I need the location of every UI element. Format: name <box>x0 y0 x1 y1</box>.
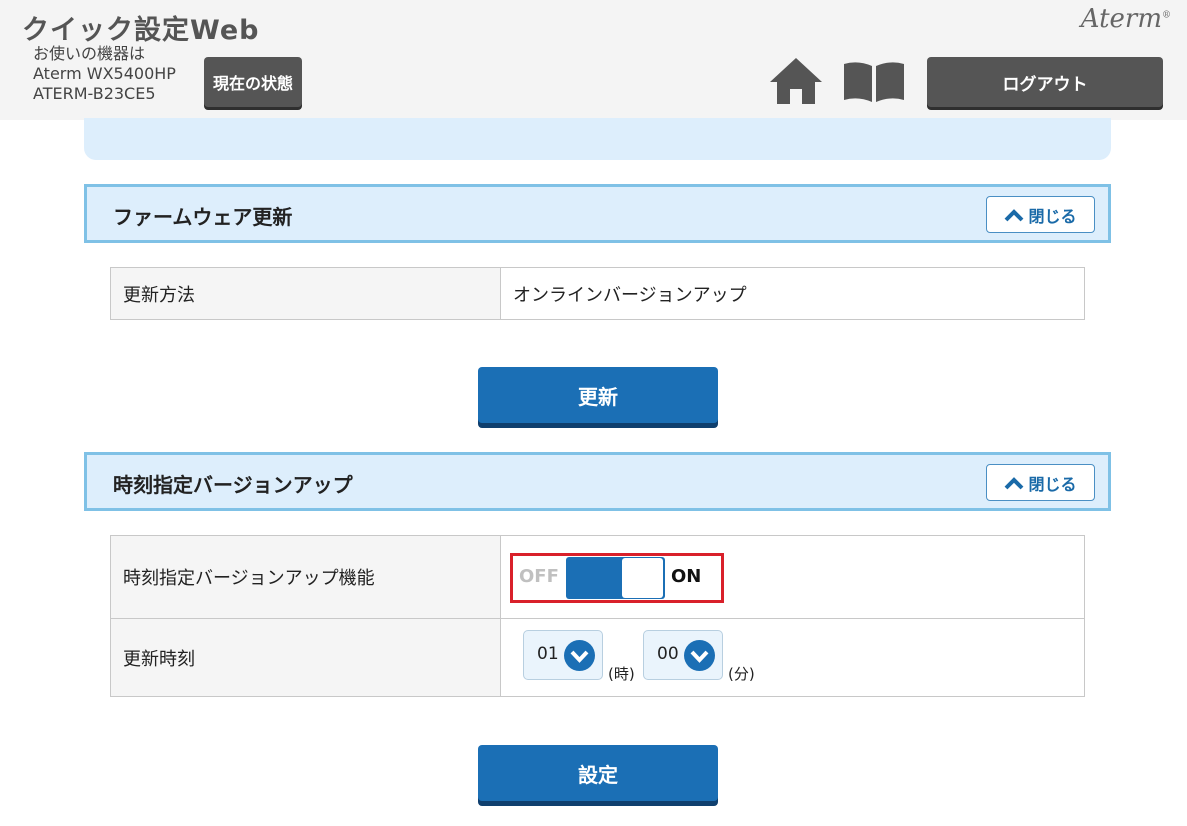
set-button[interactable]: 設定 <box>478 745 718 801</box>
manual-book-icon[interactable] <box>842 60 906 104</box>
firmware-close-button[interactable]: 閉じる <box>986 196 1095 233</box>
toggle-knob[interactable] <box>622 558 663 598</box>
device-id: ATERM-B23CE5 <box>33 84 156 103</box>
firmware-section-title: ファームウェア更新 <box>113 205 293 229</box>
close-label: 閉じる <box>1028 474 1077 494</box>
update-method-value: オンラインバージョンアップ <box>500 267 1085 320</box>
home-icon[interactable] <box>768 56 824 106</box>
previous-section-panel <box>84 118 1111 160</box>
chevron-down-icon <box>564 640 595 671</box>
update-time-value: 01 (時) 00 (分) <box>500 618 1085 697</box>
update-method-label: 更新方法 <box>110 267 501 320</box>
toggle-on-label: ON <box>671 566 702 587</box>
chevron-down-icon <box>684 640 715 671</box>
update-button[interactable]: 更新 <box>478 367 718 423</box>
minute-select-value: 00 <box>657 644 679 664</box>
device-model: Aterm WX5400HP <box>33 64 176 83</box>
aterm-logo: Aterm® <box>1080 4 1171 34</box>
hour-select[interactable]: 01 <box>523 630 603 680</box>
header: クイック設定Web お使いの機器は Aterm WX5400HP ATERM-B… <box>0 0 1187 120</box>
hour-select-value: 01 <box>537 644 559 664</box>
toggle-highlight-frame: OFF ON <box>510 553 724 603</box>
firmware-section-header: ファームウェア更新 閉じる <box>84 184 1111 243</box>
scheduled-function-value: OFF ON <box>500 535 1085 619</box>
update-time-label: 更新時刻 <box>110 618 501 697</box>
close-label: 閉じる <box>1028 206 1077 226</box>
app-title: クイック設定Web <box>22 15 260 46</box>
scheduled-section-title: 時刻指定バージョンアップ <box>113 473 353 497</box>
device-info: お使いの機器は Aterm WX5400HP ATERM-B23CE5 <box>33 44 176 104</box>
logo-text: Aterm <box>1080 4 1162 34</box>
chevron-up-icon <box>1005 208 1024 221</box>
toggle-off-label: OFF <box>519 566 559 587</box>
scheduled-function-label: 時刻指定バージョンアップ機能 <box>110 535 501 619</box>
minute-unit-label: (分) <box>728 665 755 683</box>
scheduled-section-header: 時刻指定バージョンアップ 閉じる <box>84 452 1111 511</box>
table-row: 更新時刻 01 (時) 00 (分) <box>110 618 1085 697</box>
chevron-up-icon <box>1005 476 1024 489</box>
current-status-button[interactable]: 現在の状態 <box>204 57 302 107</box>
scheduled-toggle-switch[interactable] <box>566 557 665 599</box>
device-label: お使いの機器は <box>33 44 146 63</box>
logout-button[interactable]: ログアウト <box>927 57 1163 107</box>
scheduled-settings-table: 時刻指定バージョンアップ機能 OFF ON 更新時刻 01 (時) 00 (分) <box>110 535 1085 697</box>
scheduled-close-button[interactable]: 閉じる <box>986 464 1095 501</box>
hour-unit-label: (時) <box>608 665 635 683</box>
firmware-settings-table: 更新方法 オンラインバージョンアップ <box>110 267 1085 320</box>
minute-select[interactable]: 00 <box>643 630 723 680</box>
table-row: 更新方法 オンラインバージョンアップ <box>110 267 1085 320</box>
table-row: 時刻指定バージョンアップ機能 OFF ON <box>110 535 1085 619</box>
